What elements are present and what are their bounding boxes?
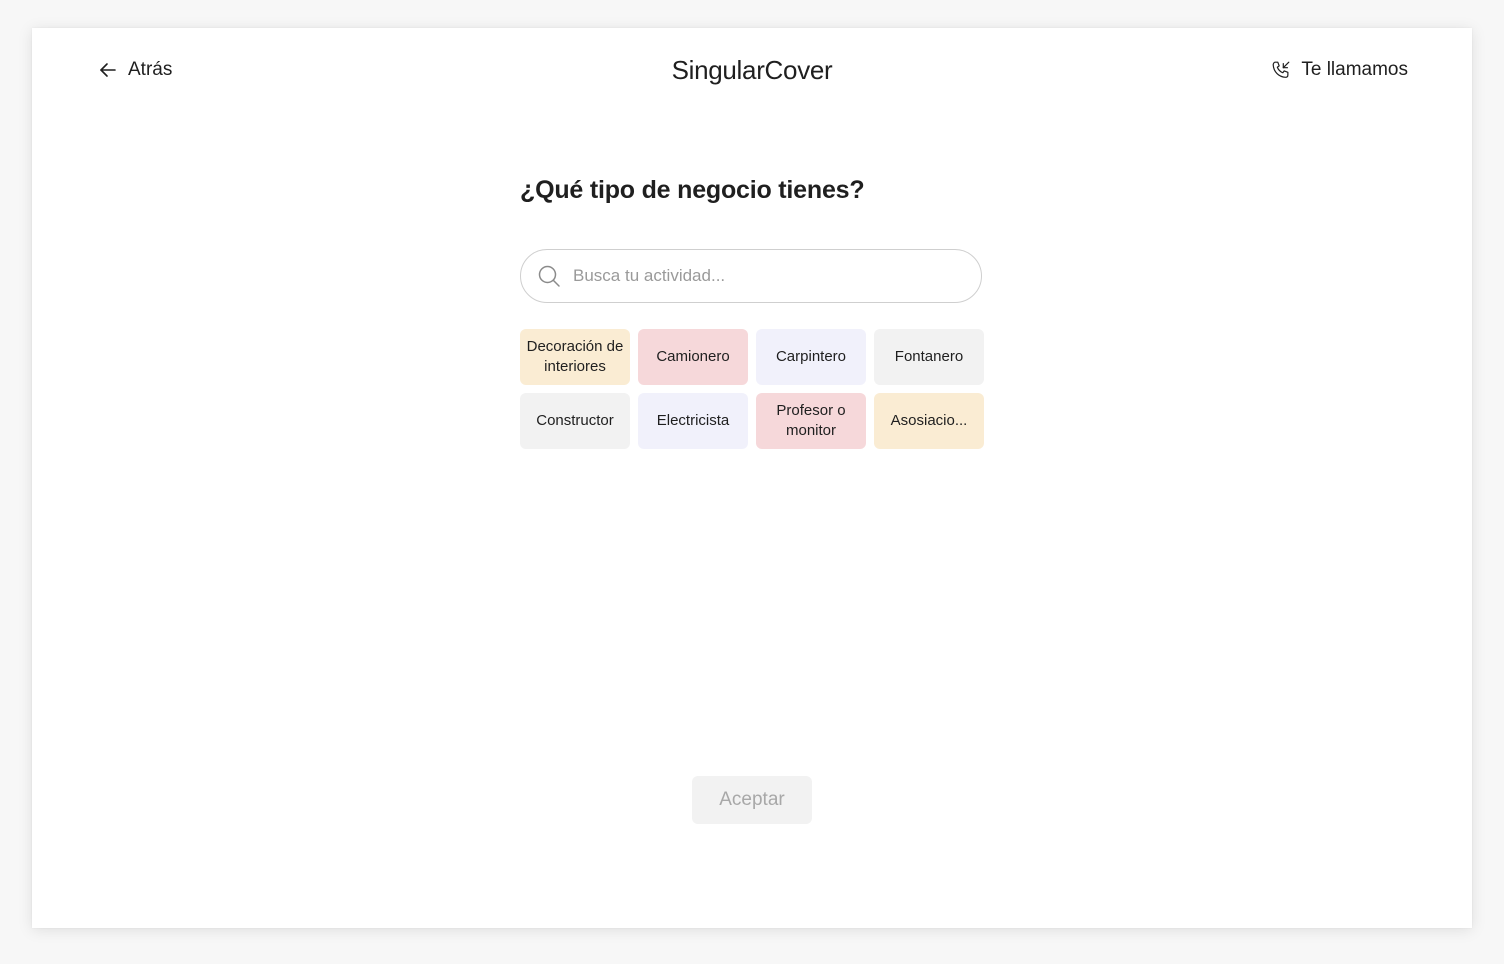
- call-me-label: Te llamamos: [1301, 59, 1408, 80]
- activity-chip-camionero[interactable]: Camionero: [638, 329, 748, 385]
- app-window: Atrás SingularCover Te llamamos ¿Qué tip…: [32, 28, 1472, 928]
- phone-incoming-icon: [1272, 61, 1290, 78]
- activity-chip-asociacion[interactable]: Asosiacio...: [874, 393, 984, 449]
- brand-logo: SingularCover: [671, 55, 833, 85]
- header: Atrás SingularCover Te llamamos: [32, 28, 1472, 114]
- activity-chip-carpintero[interactable]: Carpintero: [756, 329, 866, 385]
- search-icon: [538, 265, 560, 287]
- search-input[interactable]: [571, 265, 955, 287]
- activity-chip-electricista[interactable]: Electricista: [638, 393, 748, 449]
- activity-grid: Decoración de interiores Camionero Carpi…: [520, 329, 984, 449]
- activity-chip-profesor[interactable]: Profesor o monitor: [756, 393, 866, 449]
- activity-chip-fontanero[interactable]: Fontanero: [874, 329, 984, 385]
- accept-button[interactable]: Aceptar: [692, 776, 812, 824]
- call-me-button[interactable]: Te llamamos: [1270, 58, 1408, 82]
- activity-chip-decoracion[interactable]: Decoración de interiores: [520, 329, 630, 385]
- page-title: ¿Qué tipo de negocio tienes?: [520, 176, 865, 204]
- activity-chip-constructor[interactable]: Constructor: [520, 393, 630, 449]
- search-box[interactable]: [520, 249, 982, 303]
